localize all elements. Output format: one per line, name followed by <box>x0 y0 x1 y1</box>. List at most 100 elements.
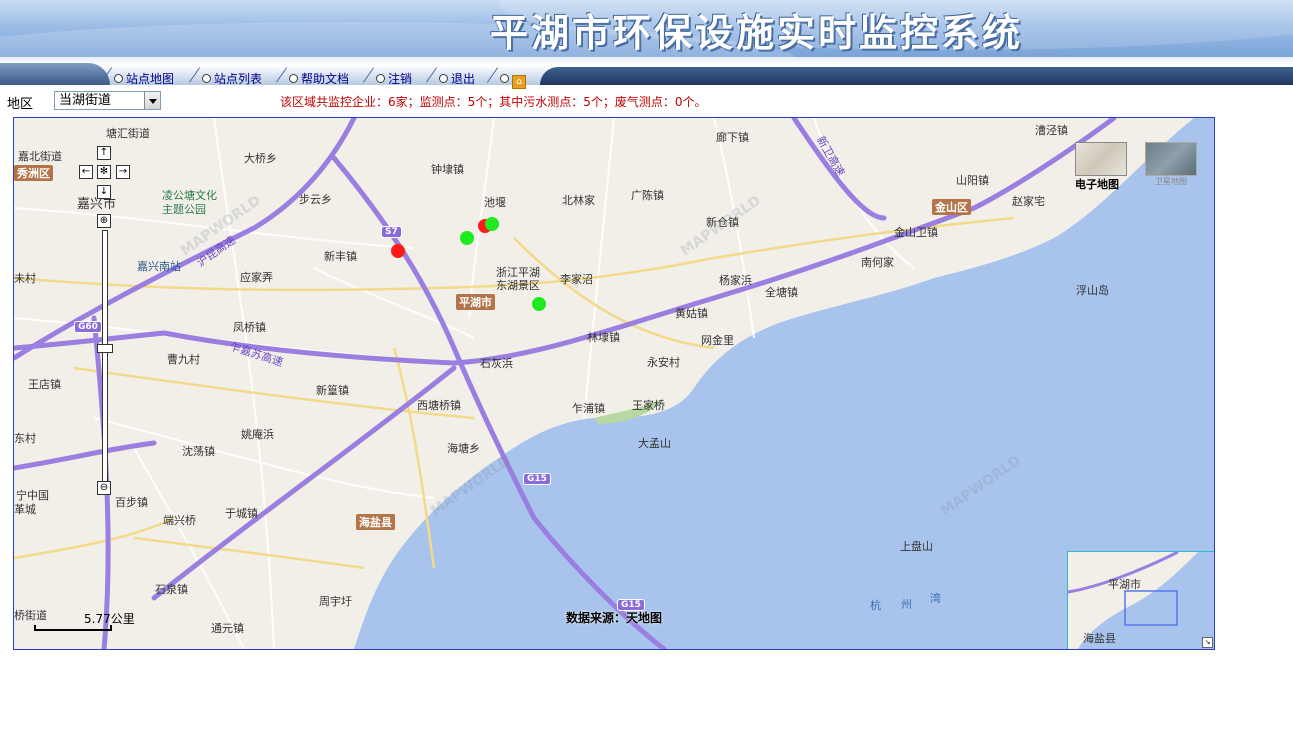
place-label: 曹九村 <box>167 353 200 366</box>
nav-bar: 站点地图 站点列表 帮助文档 注销 退出 ⌂ <box>0 57 1293 89</box>
place-label: 东湖景区 <box>496 279 540 292</box>
place-label: 新篁镇 <box>316 384 349 397</box>
place-label: 杭 <box>870 599 881 612</box>
nav-home[interactable]: ⌂ <box>486 67 526 89</box>
region-select[interactable]: 当湖街道 <box>54 91 161 110</box>
place-label: 姚庵浜 <box>241 428 274 441</box>
place-label: 州 <box>901 598 912 611</box>
place-label: 浮山岛 <box>1076 284 1109 297</box>
place-label: 百步镇 <box>115 496 148 509</box>
station-marker-alarm[interactable] <box>391 244 405 258</box>
place-label: 广陈镇 <box>631 189 664 202</box>
place-label: 南何家 <box>861 256 894 269</box>
place-label: 王店镇 <box>28 378 61 391</box>
place-label: 未村 <box>14 272 36 285</box>
place-label: 周宇圩 <box>319 595 352 608</box>
header-banner: 平湖市环保设施实时监控系统 <box>0 0 1293 57</box>
monitoring-summary: 该区域共监控企业：6家；监测点：5个；其中污水测点：5个；废气测点：0个。 <box>280 95 707 109</box>
map-view[interactable]: MAPWORLD MAPWORLD MAPWORLD MAPWORLD 塘汇街道… <box>13 117 1215 650</box>
zoom-out-button[interactable]: ⊖ <box>97 481 111 495</box>
highway-shield: G60 <box>74 321 102 333</box>
place-label: 北林家 <box>562 194 595 207</box>
nav-logout[interactable]: 注销 <box>362 67 412 86</box>
radio-icon <box>500 74 509 83</box>
place-label: 应家弄 <box>240 271 273 284</box>
map-thumbnail <box>1075 142 1127 176</box>
place-label: 网金里 <box>701 334 734 347</box>
place-label: 东村 <box>14 432 36 445</box>
place-label: 金山卫镇 <box>894 226 938 239</box>
overview-map[interactable]: 平湖市 海盐县 ↘ <box>1067 551 1214 649</box>
pan-up-button[interactable]: ↑ <box>97 146 111 160</box>
place-label: 池堰 <box>484 196 506 209</box>
nav-help-docs[interactable]: 帮助文档 <box>275 67 349 86</box>
place-label: 新丰镇 <box>324 250 357 263</box>
place-label: 杨家浜 <box>719 274 752 287</box>
maptype-satellite-button[interactable]: 卫星地图 <box>1145 142 1197 187</box>
place-label: 海塘乡 <box>447 442 480 455</box>
place-label: 湾 <box>930 592 941 605</box>
district-badge: 海盐县 <box>356 514 395 530</box>
region-label: 地区 <box>7 97 34 112</box>
place-label: 嘉兴南站 <box>137 260 181 273</box>
place-label: 廊下镇 <box>716 131 749 144</box>
place-label: 塘汇街道 <box>106 127 150 140</box>
maptype-electronic-button[interactable]: 电子地图 <box>1075 142 1127 191</box>
place-label: 步云乡 <box>299 193 332 206</box>
pan-left-button[interactable]: ← <box>79 165 93 179</box>
place-label: 上盘山 <box>900 540 933 553</box>
data-source-label: 数据来源：天地图 <box>566 611 663 625</box>
nav-site-list[interactable]: 站点列表 <box>188 67 262 86</box>
radio-icon <box>289 74 298 83</box>
satellite-thumbnail <box>1145 142 1197 176</box>
zoom-slider-thumb[interactable] <box>97 344 113 353</box>
place-label: 桥街道 <box>14 609 47 622</box>
place-label: 沈荡镇 <box>182 445 215 458</box>
place-label: 端兴桥 <box>163 514 196 527</box>
page-title: 平湖市环保设施实时监控系统 <box>490 10 1024 55</box>
place-label: 大桥乡 <box>244 152 277 165</box>
zoom-slider-track[interactable] <box>102 230 108 482</box>
place-label: 乍浦镇 <box>572 402 605 415</box>
overview-label: 平湖市 <box>1108 578 1141 591</box>
highway-shield: G15 <box>523 473 551 485</box>
place-label: 李家沼 <box>560 273 593 286</box>
overview-toggle-icon[interactable]: ↘ <box>1202 637 1213 648</box>
pan-down-button[interactable]: ↓ <box>97 185 111 199</box>
place-label: 石泉镇 <box>155 583 188 596</box>
station-marker-normal[interactable] <box>460 231 474 245</box>
place-label: 通元镇 <box>211 622 244 635</box>
zoom-in-button[interactable]: ⊕ <box>97 214 111 228</box>
place-label: 革城 <box>14 503 36 516</box>
place-label: 西塘桥镇 <box>417 399 461 412</box>
place-label: 赵家宅 <box>1012 195 1045 208</box>
scale-bar <box>34 625 112 631</box>
region-select-value: 当湖街道 <box>59 93 112 108</box>
place-label: 主题公园 <box>162 203 206 216</box>
place-label: 黄姑镇 <box>675 307 708 320</box>
place-label: 王家桥 <box>632 399 665 412</box>
place-label: 漕泾镇 <box>1035 124 1068 137</box>
nav-exit[interactable]: 退出 <box>425 67 475 86</box>
place-label: 全塘镇 <box>765 286 798 299</box>
pan-right-button[interactable]: → <box>116 165 130 179</box>
chevron-down-icon[interactable] <box>144 92 160 109</box>
pan-center-button[interactable]: ✻ <box>97 165 111 179</box>
station-marker-normal[interactable] <box>485 217 499 231</box>
highway-shield: S7 <box>381 226 402 238</box>
place-label: 钟埭镇 <box>431 163 464 176</box>
radio-icon <box>376 74 385 83</box>
home-icon: ⌂ <box>512 75 526 89</box>
place-label: 新仓镇 <box>706 216 739 229</box>
place-label: 大孟山 <box>638 437 671 450</box>
place-label: 林埭镇 <box>587 331 620 344</box>
place-label: 石灰浜 <box>480 357 513 370</box>
radio-icon <box>439 74 448 83</box>
radio-icon <box>202 74 211 83</box>
nav-site-map[interactable]: 站点地图 <box>100 67 174 86</box>
district-badge: 秀洲区 <box>14 165 53 181</box>
place-label: 永安村 <box>647 356 680 369</box>
station-marker-normal[interactable] <box>532 297 546 311</box>
place-label: 山阳镇 <box>956 174 989 187</box>
place-label: 嘉北街道 <box>18 150 62 163</box>
